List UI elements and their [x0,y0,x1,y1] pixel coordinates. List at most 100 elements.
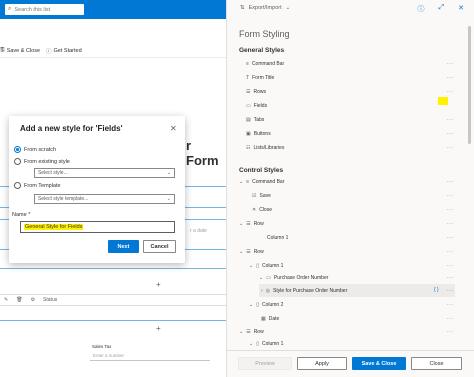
cancel-button[interactable]: Cancel [143,240,176,253]
tree-node-column[interactable]: ⌄ ▯ Column 1 [249,263,283,269]
tree-node-row[interactable]: ⌄ ☰ Row [239,249,264,255]
general-style-item[interactable]: ☰ Rows [246,89,266,95]
name-label: Name * [12,212,31,218]
chevron-down-icon: ⌄ [239,179,244,185]
info-icon: ⓘ [46,48,52,55]
export-import-menu[interactable]: Export/Import [249,5,282,11]
item-label: Save [259,193,271,199]
preview-button[interactable]: Preview [238,357,292,370]
general-style-item[interactable]: T Form Title [246,75,274,81]
save-close-button[interactable]: Save & Close [352,357,406,370]
date-hint: r a date [190,228,207,234]
more-icon[interactable]: ··· [447,117,454,123]
chevron-down-icon: ⌄ [249,341,254,347]
status-field-label: Status [43,297,58,303]
option-from-scratch[interactable]: From scratch [14,146,56,153]
item-label: Command Bar [252,179,285,185]
fields-icon: ▭ [246,103,251,109]
save-close-command[interactable]: 🖫 Save & Close [0,46,40,55]
rows-icon: ☰ [246,89,251,95]
close-button[interactable]: Close [411,357,462,370]
more-icon[interactable]: ··· [447,61,454,67]
tree-node-column[interactable]: Column 1 [267,235,288,241]
general-style-item[interactable]: ≡ Command Bar [246,61,284,67]
more-icon[interactable]: ··· [447,193,454,199]
panel-title: Form Styling [239,29,290,39]
buttons-icon: ▣ [246,131,251,137]
add-icon[interactable]: + [156,280,161,289]
more-icon[interactable]: ··· [447,221,454,227]
general-style-item[interactable]: ▤ Tabs [246,117,264,123]
highlight-marker [438,97,448,105]
more-icon[interactable]: ··· [447,275,454,281]
next-button[interactable]: Next [108,240,139,253]
general-style-item[interactable]: ▭ Fields [246,103,267,109]
item-label: Column 1 [267,235,289,241]
row-divider [0,320,226,321]
tree-node-command-bar[interactable]: ⌄ ≡ Command Bar [239,179,284,185]
sales-tax-input[interactable]: Enter a number [90,351,210,361]
item-label: Date [268,316,280,322]
tree-node-field[interactable]: ▦ Date [261,316,279,322]
more-icon[interactable]: ··· [447,329,454,335]
command-bar-icon: ≡ [246,179,250,185]
chevron-down-icon: ⌄ [249,302,254,308]
form-title-fragment: r Form [186,138,219,168]
option-from-template[interactable]: From Template [14,182,61,189]
tree-node-close[interactable]: ✕ Close [252,207,272,213]
tree-node-column[interactable]: ⌄ ▯ Column 1 [249,341,283,347]
more-icon[interactable]: ··· [447,235,454,241]
delete-icon[interactable]: 🗑 [16,297,22,303]
select-template-dropdown[interactable]: Select style template... ⌄ [34,194,175,204]
radio-from-existing[interactable] [14,158,21,165]
tree-node-save[interactable]: ☑ Save [252,193,271,199]
field-settings-icon[interactable]: ⚙ [31,297,35,303]
more-icon[interactable]: ··· [447,131,454,137]
more-icon[interactable]: ··· [447,302,454,308]
search-box[interactable]: ⌕ [5,4,84,15]
more-icon[interactable]: ··· [447,145,454,151]
search-input[interactable] [14,6,79,13]
get-started-command[interactable]: ⓘ Get Started [46,47,82,55]
chevron-down-icon: ⌄ [239,329,244,335]
tree-node-style[interactable]: › ◎ Style for Purchase Order Number [261,288,347,294]
scrollbar[interactable] [468,26,471,144]
option-from-existing[interactable]: From existing style [14,158,70,165]
more-icon[interactable]: ··· [447,263,454,269]
item-label: Row [253,249,264,255]
more-icon[interactable]: ··· [447,75,454,81]
expand-icon[interactable]: ⤢ [439,4,445,14]
more-icon[interactable]: ··· [447,249,454,255]
chevron-down-icon: ⌄ [249,263,254,269]
general-style-item[interactable]: ☷ Lists/Libraries [246,145,284,151]
more-icon[interactable]: ··· [447,316,454,322]
add-icon[interactable]: + [156,324,161,333]
tree-node-field[interactable]: ⌄ ▭ Purchase Order Number [259,275,328,281]
row-icon: ☰ [246,221,251,227]
sales-tax-label: Sales Tax [92,344,112,349]
more-icon[interactable]: ··· [447,179,454,185]
more-icon[interactable]: ··· [447,288,454,294]
code-icon[interactable]: { } [434,287,439,293]
close-icon[interactable]: ✕ [170,124,177,133]
radio-from-scratch[interactable] [14,146,21,153]
select-style-dropdown[interactable]: Select style... ⌄ [34,168,175,178]
close-icon: ✕ [252,207,257,213]
info-icon[interactable]: ⓘ [418,4,425,14]
item-label: Form Title [252,75,275,81]
more-icon[interactable]: ··· [447,207,454,213]
panel-actions: ⓘ ⤢ ✕ [418,4,464,14]
radio-from-template[interactable] [14,182,21,189]
item-label: Buttons [253,131,271,137]
close-icon[interactable]: ✕ [458,4,464,14]
save-icon: 🖫 [0,47,5,53]
top-bar: ⌕ [0,0,226,19]
tree-node-row[interactable]: ⌄ ☰ Row [239,221,264,227]
more-icon[interactable]: ··· [447,89,454,95]
tree-node-column[interactable]: ⌄ ▯ Column 2 [249,302,283,308]
tree-node-row[interactable]: ⌄ ☰ Row [239,329,264,335]
apply-button[interactable]: Apply [297,357,347,370]
name-input[interactable]: General Style for Fields [20,221,175,233]
edit-icon[interactable]: ✎ [4,297,8,303]
general-style-item[interactable]: ▣ Buttons [246,131,271,137]
